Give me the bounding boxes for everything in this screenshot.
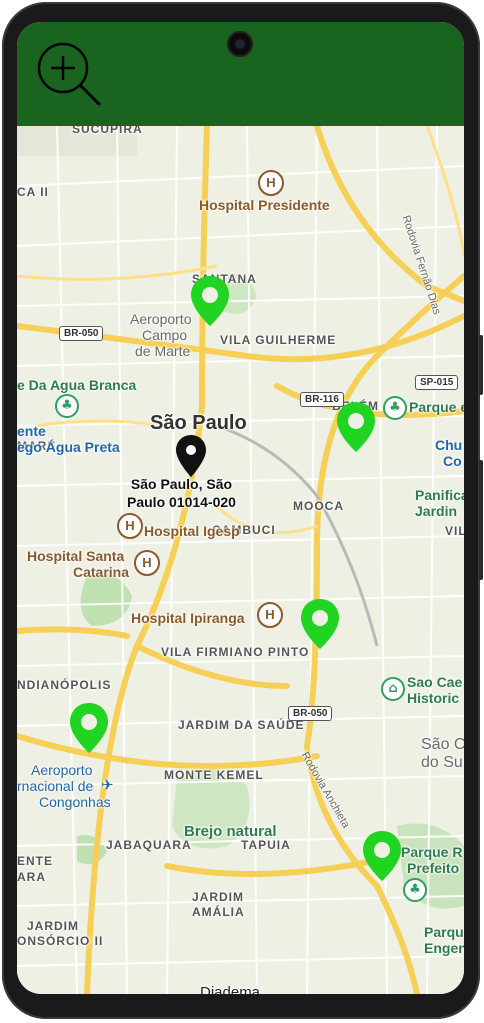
- poi-label: Hospital Ipiranga: [131, 610, 245, 626]
- green-location-pin-icon[interactable]: [67, 701, 111, 755]
- poi-label: Co: [443, 453, 462, 469]
- park-icon: ♣: [55, 394, 79, 418]
- district-label: VILA FIRMIANO PINTO: [161, 645, 310, 659]
- poi-label: Parque: [424, 924, 464, 940]
- poi-label: ente: [17, 423, 46, 439]
- green-location-pin-icon[interactable]: [334, 400, 378, 454]
- green-location-pin-icon[interactable]: [360, 829, 404, 883]
- selected-address-label: São Paulo, São Paulo 01014-020: [127, 475, 236, 511]
- poi-label: Brejo natural: [184, 823, 277, 840]
- green-location-pin-icon[interactable]: [188, 274, 232, 328]
- address-line1: São Paulo, São: [130, 476, 233, 492]
- district-label: VIL: [445, 524, 464, 538]
- poi-label: Hospital Santa: [27, 548, 125, 564]
- district-label: VILA GUILHERME: [220, 333, 337, 347]
- road-shield: SP-015: [415, 375, 459, 390]
- district-label: MONTE KEMEL: [164, 768, 264, 782]
- district-label: JARDIM: [192, 890, 245, 904]
- poi-label: do Su: [421, 754, 463, 771]
- screen: SUCUPIRA CA II SANTANA VILA GUILHERME BE…: [17, 22, 464, 994]
- poi-label: Sao Cae: [407, 674, 463, 690]
- poi-label: Parque R: [401, 844, 463, 860]
- zoom-in-button[interactable]: [33, 38, 105, 110]
- road-shield: BR-050: [288, 706, 333, 721]
- poi-label: Campo: [142, 327, 188, 343]
- airport-icon: ✈: [101, 777, 114, 794]
- district-label: AMÁLIA: [192, 905, 245, 919]
- district-label: ONSÓRCIO II: [17, 934, 104, 948]
- park-icon: ♣: [383, 396, 407, 420]
- front-camera: [227, 31, 253, 57]
- poi-label: Prefeito: [407, 860, 460, 876]
- district-label: ARA: [17, 870, 46, 884]
- green-location-pin-icon[interactable]: [298, 597, 342, 651]
- hospital-icon: H: [134, 550, 160, 576]
- district-label: JABAQUARA: [106, 838, 192, 852]
- poi-label: Jardin: [415, 503, 458, 519]
- poi-label: Hospital Igesp: [144, 523, 240, 539]
- hospital-icon: H: [117, 513, 143, 539]
- hospital-icon: H: [257, 602, 283, 628]
- map-view[interactable]: SUCUPIRA CA II SANTANA VILA GUILHERME BE…: [17, 122, 464, 994]
- poi-label: Hospital Presidente: [199, 197, 330, 213]
- road-shield: BR-050: [59, 326, 104, 341]
- poi-label: Diadema: [200, 984, 261, 994]
- district-label: TAPUIA: [241, 838, 291, 852]
- district-label: NDIANÓPOLIS: [17, 678, 112, 692]
- poi-label: Historic: [407, 690, 460, 706]
- volume-button: [479, 335, 483, 395]
- poi-label: de Marte: [135, 343, 191, 359]
- district-label: JARDIM: [27, 919, 80, 933]
- city-label: São Paulo: [150, 412, 247, 434]
- poi-label: Panifica: [415, 487, 464, 503]
- poi-label: Congonhas: [39, 794, 111, 810]
- museum-icon: ⌂: [381, 677, 405, 701]
- district-label: ENTE: [17, 854, 54, 868]
- hospital-icon: H: [258, 170, 284, 196]
- poi-label: Chu: [435, 437, 463, 453]
- district-label: CA II: [17, 185, 49, 199]
- poi-label: Engen: [424, 940, 464, 956]
- park-icon: ♣: [403, 878, 427, 902]
- selected-location-pin-icon[interactable]: [174, 434, 208, 478]
- poi-label: rnacional de: [17, 778, 94, 794]
- poi-label: São C: [421, 736, 464, 753]
- power-button: [479, 460, 483, 580]
- poi-label: Aeroporto: [130, 311, 192, 327]
- poi-label: ego Água Preta: [17, 439, 120, 455]
- address-line2: Paulo 01014-020: [127, 494, 236, 510]
- zoom-in-magnifier-icon: [37, 42, 101, 106]
- poi-label: Aeroporto: [31, 762, 93, 778]
- district-label: MOOCA: [293, 499, 344, 513]
- district-label: JARDIM DA SAÚDE: [178, 718, 305, 732]
- poi-label: Parque e: [409, 399, 464, 415]
- poi-label: e Da Agua Branca: [17, 377, 137, 393]
- poi-label: Catarina: [73, 564, 130, 580]
